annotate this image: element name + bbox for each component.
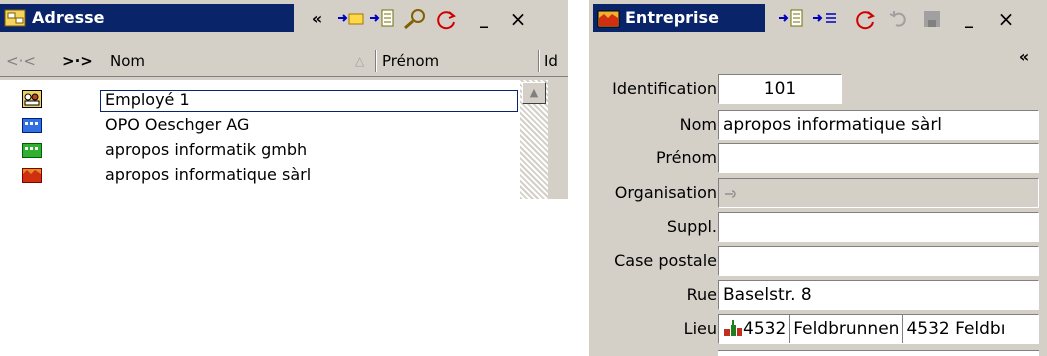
- list-column-header: <·< >·> Nom △ Prénom Id: [0, 46, 568, 77]
- company-titlebar: Entreprise _ × «: [589, 0, 1047, 66]
- address-book-icon: [4, 9, 26, 27]
- field-label: Case postale: [614, 251, 717, 270]
- refresh-button[interactable]: [853, 8, 879, 30]
- combined-location: 4532 Feldbı: [902, 315, 1005, 343]
- list-item[interactable]: apropos informatik gmbh: [0, 138, 548, 162]
- scroll-up-icon: ▲: [529, 86, 539, 99]
- field-row-rue: Rue Baselstr. 8: [589, 279, 1047, 311]
- field-label: Identification: [612, 79, 717, 98]
- list-item-name: apropos informatik gmbh: [105, 140, 308, 159]
- refresh-icon: [856, 11, 875, 30]
- field-label: Nom: [679, 115, 717, 134]
- sort-indicator-icon: △: [355, 54, 365, 68]
- address-title: Adresse: [32, 8, 105, 27]
- close-icon: ×: [997, 7, 1015, 31]
- zip-code: 4532: [743, 319, 787, 339]
- save-icon: [924, 11, 940, 27]
- undo-icon: [889, 11, 906, 27]
- column-header-firstname[interactable]: Prénom: [382, 46, 439, 76]
- add-folder-button[interactable]: [336, 8, 366, 30]
- add-folder-icon: [338, 13, 364, 25]
- minimize-icon: _: [480, 9, 488, 28]
- field-row-suppl: Suppl.: [589, 211, 1047, 243]
- undo-button[interactable]: [887, 8, 911, 30]
- close-icon: ×: [509, 7, 527, 31]
- address-panel: Adresse « _ × <·< >·> Nom △ Prénom Id Em…: [0, 0, 568, 199]
- collapse-left-icon: «: [311, 9, 323, 28]
- field-label: Lieu: [683, 319, 717, 338]
- save-button[interactable]: [919, 8, 945, 30]
- po-box-field[interactable]: [718, 246, 1039, 276]
- column-separator[interactable]: [538, 50, 539, 72]
- add-list-button[interactable]: [777, 8, 807, 30]
- list-item[interactable]: apropos informatique sàrl: [0, 163, 548, 187]
- list-item-name: OPO Oeschger AG: [105, 115, 250, 134]
- identification-field[interactable]: 101: [718, 74, 842, 104]
- refresh-button[interactable]: [434, 8, 460, 30]
- field-label: Prénom: [656, 148, 717, 167]
- list-item[interactable]: Employé 1: [0, 88, 548, 112]
- list-item[interactable]: OPO Oeschger AG: [0, 113, 548, 137]
- add-item-button[interactable]: [811, 8, 841, 30]
- field-row-organisation: Organisation: [589, 177, 1047, 209]
- firstname-field[interactable]: [718, 143, 1039, 173]
- collapse-icon: «: [1018, 47, 1030, 66]
- nav-forward-button[interactable]: >·>: [62, 46, 93, 76]
- collapse-button[interactable]: «: [1011, 46, 1037, 68]
- search-icon: [404, 9, 425, 30]
- name-field[interactable]: apropos informatique sàrl: [718, 110, 1039, 140]
- minimize-button[interactable]: _: [472, 8, 496, 30]
- next-field-edge: [718, 350, 1039, 356]
- collapse-left-button[interactable]: «: [306, 8, 328, 30]
- suppl-field[interactable]: [718, 212, 1039, 242]
- company-title: Entreprise: [625, 8, 719, 27]
- close-button[interactable]: ×: [993, 8, 1019, 30]
- address-title-box: Adresse: [0, 4, 294, 32]
- city-name: Feldbrunnen: [789, 315, 899, 343]
- add-list-icon: [370, 9, 394, 27]
- list-scrollbar[interactable]: ▲: [520, 80, 548, 199]
- field-row-identification: Identification 101: [589, 73, 1047, 105]
- company-icon-green: [22, 143, 42, 158]
- field-row-nom: Nom apropos informatique sàrl: [589, 109, 1047, 141]
- minimize-icon: _: [965, 9, 973, 28]
- field-label: Organisation: [614, 183, 717, 202]
- field-label: Suppl.: [666, 217, 717, 236]
- scroll-up-button[interactable]: ▲: [522, 82, 546, 104]
- add-list-icon: [779, 9, 803, 27]
- company-panel: Entreprise _ × « Identification 101 Nom …: [589, 0, 1047, 356]
- field-row-prenom: Prénom: [589, 142, 1047, 174]
- minimize-button[interactable]: _: [957, 8, 981, 30]
- street-field[interactable]: Baselstr. 8: [718, 280, 1039, 310]
- add-list-button[interactable]: [368, 8, 398, 30]
- refresh-icon: [437, 11, 456, 30]
- company-icon-red: [22, 168, 42, 183]
- field-label: Rue: [686, 285, 717, 304]
- column-header-name[interactable]: Nom: [110, 46, 145, 76]
- address-titlebar: Adresse « _ ×: [0, 0, 568, 34]
- location-field[interactable]: 4532 Feldbrunnen 4532 Feldbı: [718, 314, 1039, 344]
- field-row-lieu: Lieu 4532 Feldbrunnen 4532 Feldbı: [589, 313, 1047, 345]
- add-item-icon: [813, 13, 836, 23]
- company-icon-blue: [22, 118, 42, 133]
- address-list: Employé 1 OPO Oeschger AG apropos inform…: [0, 80, 548, 199]
- list-item-name: apropos informatique sàrl: [105, 165, 312, 184]
- company-title-box: Entreprise: [593, 4, 765, 32]
- column-separator[interactable]: [375, 50, 376, 72]
- nav-back-button[interactable]: <·<: [6, 46, 36, 76]
- field-row-case-postale: Case postale: [589, 245, 1047, 277]
- search-button[interactable]: [400, 8, 430, 30]
- close-button[interactable]: ×: [505, 8, 531, 30]
- organisation-field[interactable]: [718, 178, 1039, 208]
- company-icon: [597, 10, 620, 28]
- link-icon: [725, 190, 736, 198]
- town-icon: [724, 320, 742, 336]
- column-header-id[interactable]: Id: [544, 46, 558, 76]
- list-item-name: Employé 1: [105, 90, 190, 109]
- employee-icon: [22, 90, 42, 108]
